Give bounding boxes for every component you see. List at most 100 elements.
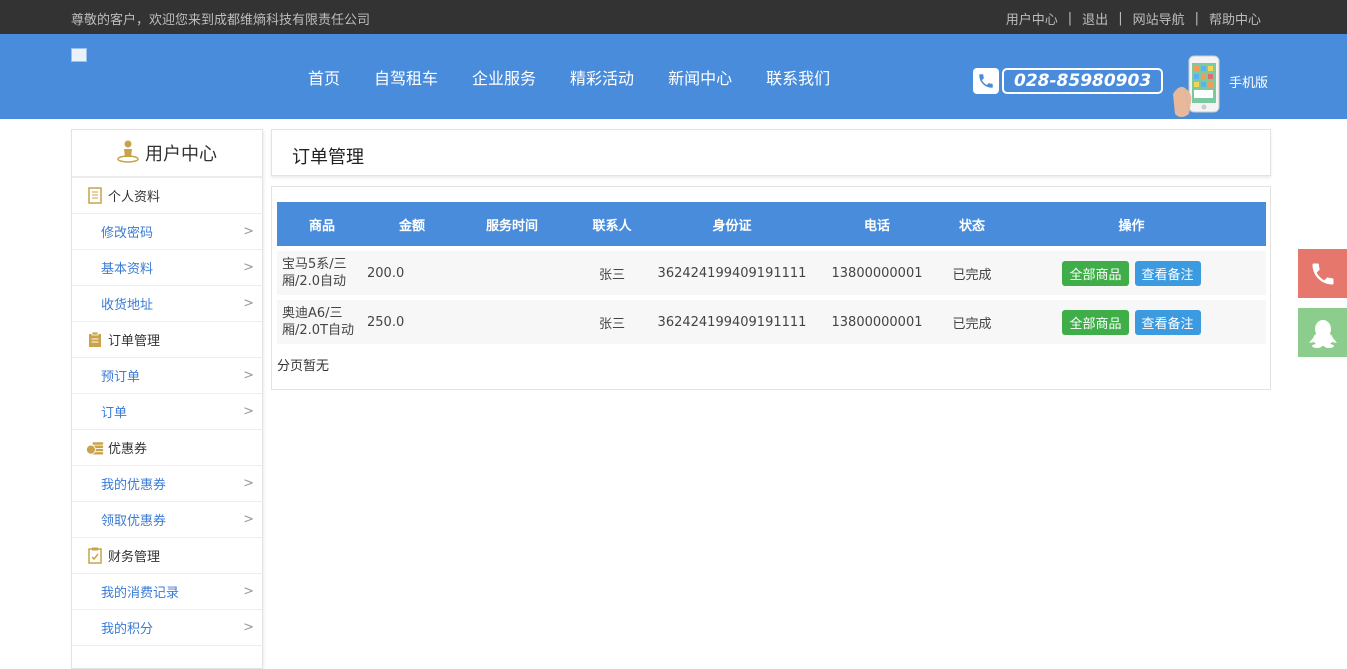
col-amount: 金额 bbox=[367, 202, 457, 246]
page-title-panel: 订单管理 bbox=[271, 129, 1271, 176]
coin-stack-icon bbox=[86, 439, 104, 457]
sidebar-item-consumption-records[interactable]: 我的消费记录 > bbox=[72, 574, 262, 610]
item-label: 订单 bbox=[101, 406, 128, 421]
link-site-nav[interactable]: 网站导航 bbox=[1133, 9, 1185, 28]
item-label: 收货地址 bbox=[101, 298, 154, 313]
logo-broken-image-icon[interactable] bbox=[71, 48, 87, 62]
group-finance: 财务管理 bbox=[72, 538, 262, 574]
sidebar-item-get-coupons[interactable]: 领取优惠券 > bbox=[72, 502, 262, 538]
group-order-management: 订单管理 bbox=[72, 322, 262, 358]
chevron-right-icon: > bbox=[243, 296, 254, 311]
table-row: 奥迪A6/三厢/2.0T自动 250.0 张三 3624241994091911… bbox=[277, 300, 1266, 344]
sidebar-item-address[interactable]: 收货地址 > bbox=[72, 286, 262, 322]
top-links: 用户中心 | 退出 | 网站导航 | 帮助中心 bbox=[1006, 9, 1261, 28]
clipboard-icon bbox=[86, 331, 104, 349]
cell-product: 宝马5系/三厢/2.0自动 bbox=[277, 251, 367, 295]
cell-amount: 250.0 bbox=[367, 300, 457, 344]
sidebar-item-my-points[interactable]: 我的积分 > bbox=[72, 610, 262, 646]
orders-panel: 商品 金额 服务时间 联系人 身份证 电话 状态 操作 宝马5系/三厢/2.0自… bbox=[271, 186, 1271, 390]
nav-news[interactable]: 新闻中心 bbox=[651, 65, 749, 89]
hotline: 028-85980903 bbox=[973, 68, 1164, 94]
cell-id-card: 362424199409191111 bbox=[657, 251, 807, 295]
main-nav: 首页 自驾租车 企业服务 精彩活动 新闻中心 联系我们 bbox=[291, 34, 847, 119]
chevron-right-icon: > bbox=[243, 260, 254, 275]
nav-events[interactable]: 精彩活动 bbox=[553, 65, 651, 89]
item-label: 领取优惠券 bbox=[101, 514, 167, 529]
user-center-sidebar: 用户中心 个人资料 修改密码 > 基本资料 > 收货地址 > 订单管理 预订单 > 订单… bbox=[71, 129, 263, 669]
col-status: 状态 bbox=[947, 202, 997, 246]
all-items-button[interactable]: 全部商品 bbox=[1062, 260, 1129, 286]
cell-status: 已完成 bbox=[947, 251, 997, 295]
sidebar-item-my-coupons[interactable]: 我的优惠券 > bbox=[72, 466, 262, 502]
hotline-number: 028-85980903 bbox=[1002, 68, 1164, 94]
nav-home[interactable]: 首页 bbox=[291, 65, 357, 89]
chevron-right-icon: > bbox=[243, 476, 254, 491]
nav-self-drive[interactable]: 自驾租车 bbox=[357, 65, 455, 89]
item-label: 基本资料 bbox=[101, 262, 154, 277]
phone-icon bbox=[1312, 263, 1333, 284]
qq-penguin-icon bbox=[1308, 319, 1337, 348]
col-service-time: 服务时间 bbox=[457, 202, 567, 246]
group-label: 个人资料 bbox=[108, 190, 161, 205]
user-icon bbox=[117, 139, 139, 168]
float-qq-button[interactable] bbox=[1298, 308, 1347, 357]
document-icon bbox=[86, 187, 104, 205]
cell-id-card: 362424199409191111 bbox=[657, 300, 807, 344]
link-help-center[interactable]: 帮助中心 bbox=[1209, 9, 1261, 28]
chevron-right-icon: > bbox=[243, 620, 254, 635]
cell-status: 已完成 bbox=[947, 300, 997, 344]
separator: | bbox=[1067, 11, 1073, 26]
table-row: 宝马5系/三厢/2.0自动 200.0 张三 36242419940919111… bbox=[277, 251, 1266, 295]
separator: | bbox=[1194, 11, 1199, 26]
nav-contact[interactable]: 联系我们 bbox=[749, 65, 847, 89]
sidebar-item-preorders[interactable]: 预订单 > bbox=[72, 358, 262, 394]
group-personal-info: 个人资料 bbox=[72, 178, 262, 214]
welcome-text: 尊敬的客户，欢迎您来到成都维熵科技有限责任公司 bbox=[71, 13, 371, 28]
site-header: 首页 自驾租车 企业服务 精彩活动 新闻中心 联系我们 028-85980903… bbox=[0, 34, 1347, 119]
group-label: 优惠券 bbox=[108, 442, 148, 457]
page-title: 订单管理 bbox=[292, 147, 364, 168]
item-label: 我的优惠券 bbox=[101, 478, 167, 493]
mobile-phone-icon[interactable] bbox=[1171, 54, 1227, 119]
float-phone-button[interactable] bbox=[1298, 249, 1347, 298]
sidebar-item-orders[interactable]: 订单 > bbox=[72, 394, 262, 430]
col-id-card: 身份证 bbox=[657, 202, 807, 246]
table-header-row: 商品 金额 服务时间 联系人 身份证 电话 状态 操作 bbox=[277, 202, 1266, 246]
all-items-button[interactable]: 全部商品 bbox=[1062, 309, 1129, 335]
col-phone: 电话 bbox=[807, 202, 947, 246]
group-label: 财务管理 bbox=[108, 550, 161, 565]
chevron-right-icon: > bbox=[243, 404, 254, 419]
link-logout[interactable]: 退出 bbox=[1082, 9, 1108, 28]
orders-table: 商品 金额 服务时间 联系人 身份证 电话 状态 操作 宝马5系/三厢/2.0自… bbox=[277, 197, 1266, 349]
pagination-text: 分页暂无 bbox=[277, 359, 330, 374]
mobile-version-link[interactable]: 手机版 bbox=[1229, 72, 1268, 91]
view-note-button[interactable]: 查看备注 bbox=[1134, 309, 1201, 335]
col-actions: 操作 bbox=[997, 202, 1266, 246]
col-contact: 联系人 bbox=[567, 202, 657, 246]
item-label: 我的积分 bbox=[101, 622, 154, 637]
cell-service-time bbox=[457, 300, 567, 344]
cell-amount: 200.0 bbox=[367, 251, 457, 295]
item-label: 预订单 bbox=[101, 370, 141, 385]
cell-actions: 全部商品 查看备注 bbox=[997, 300, 1266, 344]
cell-contact: 张三 bbox=[567, 251, 657, 295]
nav-enterprise[interactable]: 企业服务 bbox=[455, 65, 553, 89]
checklist-icon bbox=[86, 547, 104, 565]
view-note-button[interactable]: 查看备注 bbox=[1134, 260, 1201, 286]
cell-contact: 张三 bbox=[567, 300, 657, 344]
sidebar-item-basic-info[interactable]: 基本资料 > bbox=[72, 250, 262, 286]
item-label: 我的消费记录 bbox=[101, 586, 180, 601]
sidebar-title: 用户中心 bbox=[72, 130, 262, 178]
cell-service-time bbox=[457, 251, 567, 295]
cell-actions: 全部商品 查看备注 bbox=[997, 251, 1266, 295]
separator: | bbox=[1118, 11, 1123, 26]
phone-icon bbox=[973, 68, 999, 94]
sidebar-item-change-password[interactable]: 修改密码 > bbox=[72, 214, 262, 250]
link-user-center[interactable]: 用户中心 bbox=[1006, 9, 1058, 28]
chevron-right-icon: > bbox=[243, 512, 254, 527]
sidebar-title-label: 用户中心 bbox=[145, 144, 217, 165]
cell-phone: 13800000001 bbox=[807, 251, 947, 295]
chevron-right-icon: > bbox=[243, 584, 254, 599]
group-coupons: 优惠券 bbox=[72, 430, 262, 466]
chevron-right-icon: > bbox=[243, 224, 254, 239]
